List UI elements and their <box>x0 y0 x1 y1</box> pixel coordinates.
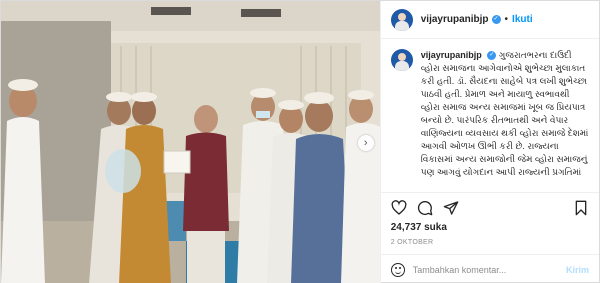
post-sidebar: vijayrupanibjp ✓ • Ikuti vijayrupanibjp … <box>379 1 599 283</box>
chevron-right-icon: › <box>363 137 368 149</box>
verified-badge-icon: ✓ <box>487 51 497 61</box>
comment-icon[interactable] <box>417 200 433 216</box>
caption-section: vijayrupanibjp ✓ ગુજરાતભરના દાઉદી વ્હોરા… <box>381 39 599 192</box>
post-header: vijayrupanibjp ✓ • Ikuti <box>380 1 599 39</box>
action-bar <box>380 192 599 222</box>
post-date[interactable]: 2 OKTOBER <box>381 236 599 254</box>
separator-dot: • <box>504 14 509 25</box>
caption: vijayrupanibjp ✓ ગુજરાતભરના દાઉદી વ્હોરા… <box>421 49 589 177</box>
comment-input[interactable] <box>412 264 566 275</box>
caption-text: ગુજરાતભરના દાઉદી વ્હોરા સમાજના આગેવાનોએ … <box>420 50 589 177</box>
bookmark-icon[interactable] <box>573 200 589 216</box>
next-photo-button[interactable]: › <box>357 135 374 151</box>
caption-avatar[interactable] <box>390 49 413 71</box>
follow-button[interactable]: Ikuti <box>512 14 533 25</box>
send-icon[interactable] <box>443 200 459 216</box>
avatar[interactable] <box>390 8 413 31</box>
post-comment-button[interactable]: Kirim <box>566 265 589 275</box>
group-photo-illustration <box>1 1 380 283</box>
instagram-post: › vijayrupanibjp ✓ • Ikuti vijayrupanibj… <box>0 0 600 283</box>
username-link[interactable]: vijayrupanibjp <box>421 14 489 25</box>
comment-form: Kirim <box>380 254 599 283</box>
emoji-icon[interactable] <box>390 262 405 277</box>
verified-badge-icon: ✓ <box>491 15 501 24</box>
like-count[interactable]: 24,737 suka <box>381 222 599 236</box>
caption-username-link[interactable]: vijayrupanibjp <box>421 50 482 60</box>
heart-icon[interactable] <box>391 199 407 216</box>
post-photo[interactable]: › <box>1 1 380 283</box>
